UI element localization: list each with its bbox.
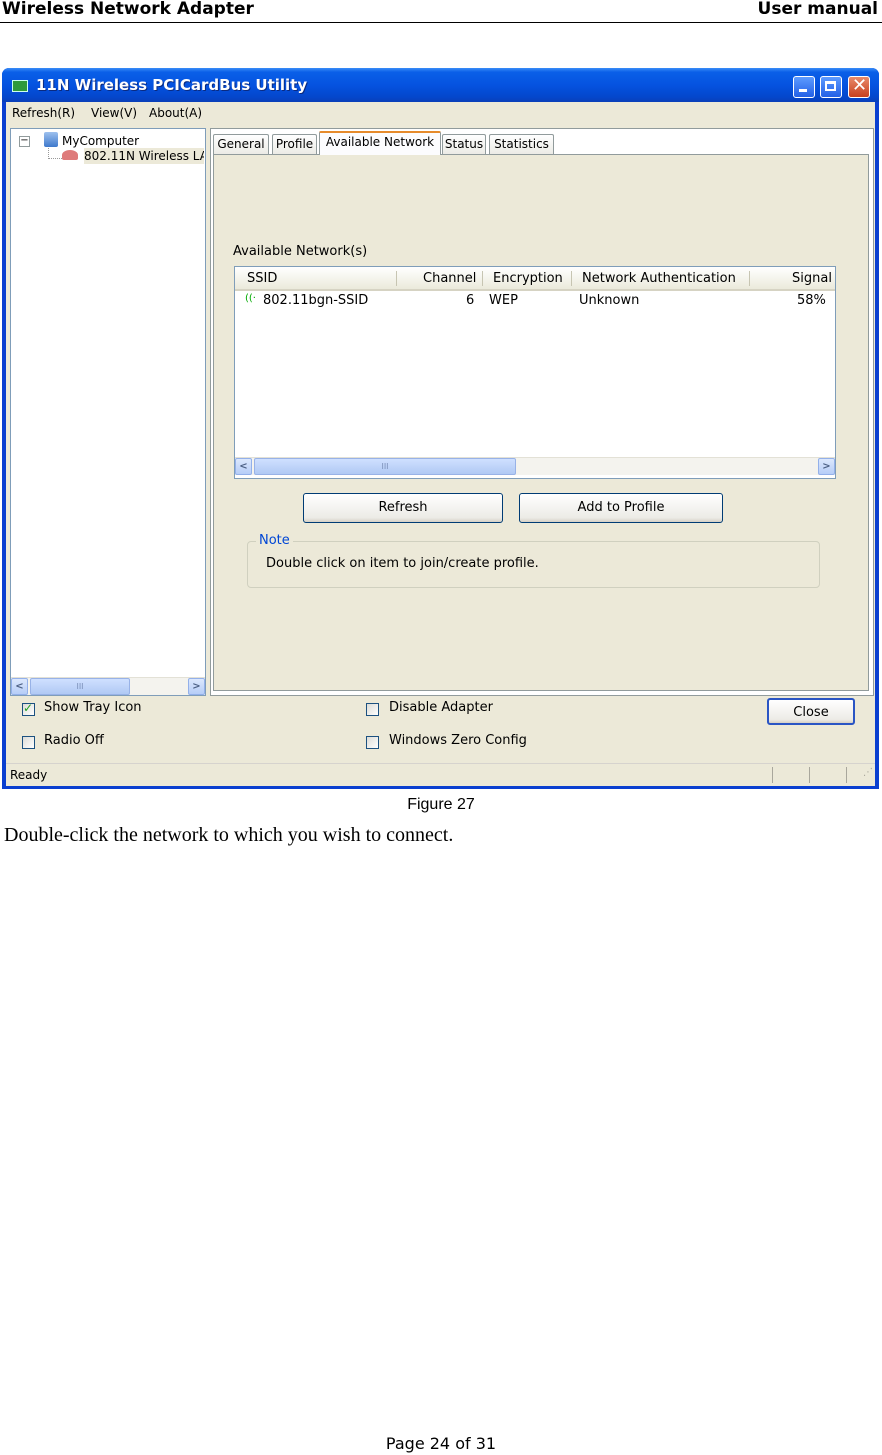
title-bar[interactable]: 11N Wireless PCICardBus Utility ✕ [2,68,879,102]
note-title: Note [256,533,293,548]
add-to-profile-button[interactable]: Add to Profile [519,493,723,523]
collapse-icon[interactable]: − [19,136,30,147]
scroll-right-icon[interactable]: > [818,458,835,475]
show-tray-icon-label: Show Tray Icon [44,700,142,715]
adapter-icon [62,150,78,160]
maximize-button[interactable] [820,76,842,98]
col-channel[interactable]: Channel [423,271,476,286]
tab-available-network[interactable]: Available Network [319,131,441,155]
cell-auth: Unknown [579,293,640,308]
tab-general[interactable]: General [213,134,269,154]
tab-statistics[interactable]: Statistics [489,134,554,154]
menu-bar: Refresh(R) View(V) About(A) [6,102,875,124]
close-icon: ✕ [852,75,868,96]
scroll-left-icon[interactable]: < [11,678,28,695]
cell-encryption: WEP [489,293,518,308]
show-tray-icon-checkbox[interactable] [22,701,35,716]
radio-off-label: Radio Off [44,733,104,748]
tree-item-adapter[interactable]: 802.11N Wireless LA [84,148,204,164]
body-text: Double-click the network to which you wi… [4,824,454,846]
col-sep [482,271,483,286]
window-client: Refresh(R) View(V) About(A) − MyComputer… [6,102,875,786]
scroll-left-icon[interactable]: < [235,458,252,475]
scroll-thumb[interactable]: III [30,678,130,695]
header-right: User manual [757,0,878,19]
col-encryption[interactable]: Encryption [493,271,563,286]
tree-scrollbar[interactable]: < III > [11,677,205,695]
note-text: Double click on item to join/create prof… [266,556,539,571]
tree-item-computer[interactable]: MyComputer [62,134,139,148]
disable-adapter-label: Disable Adapter [389,700,493,715]
col-sep [396,271,397,286]
utility-window: 11N Wireless PCICardBus Utility ✕ Refres… [2,68,879,789]
computer-icon [44,132,58,147]
header-left: Wireless Network Adapter [2,0,254,19]
disable-adapter-checkbox[interactable] [366,703,379,716]
table-row[interactable]: ((· 802.11bgn-SSID 6 WEP Unknown 58% [235,291,835,309]
menu-about[interactable]: About(A) [149,106,202,120]
minimize-button[interactable] [793,76,815,98]
note-group: Note Double click on item to join/create… [247,533,820,588]
close-window-button[interactable]: ✕ [848,76,870,98]
available-networks-label: Available Network(s) [233,244,368,259]
network-list[interactable]: SSID Channel Encryption Network Authenti… [234,266,836,479]
col-auth[interactable]: Network Authentication [582,271,736,286]
tree-connector [48,148,62,159]
status-cell [772,767,808,783]
menu-refresh[interactable]: Refresh(R) [12,106,75,120]
scroll-right-icon[interactable]: > [188,678,205,695]
col-sep [749,271,750,286]
menu-view[interactable]: View(V) [91,106,137,120]
cell-ssid: 802.11bgn-SSID [263,293,369,308]
figure-caption: Figure 27 [407,796,475,813]
windows-zero-config-label: Windows Zero Config [389,733,527,748]
status-cell [809,767,845,783]
tab-status[interactable]: Status [442,134,486,154]
minimize-icon [799,89,807,92]
window-title: 11N Wireless PCICardBus Utility [36,76,308,94]
tab-profile[interactable]: Profile [272,134,317,154]
resize-grip-icon[interactable]: ⋰ [846,767,873,783]
status-bar: Ready ⋰ [6,763,875,786]
col-sep [571,271,572,286]
app-icon [12,80,28,92]
refresh-button[interactable]: Refresh [303,493,503,523]
scroll-thumb[interactable]: III [254,458,516,475]
list-header: SSID Channel Encryption Network Authenti… [235,267,835,291]
maximize-icon [825,81,836,91]
close-button[interactable]: Close [767,698,855,725]
radio-off-checkbox[interactable] [22,736,35,749]
device-tree: − MyComputer 802.11N Wireless LA [10,128,206,696]
signal-icon: ((· [245,293,256,304]
windows-zero-config-checkbox[interactable] [366,736,379,749]
cell-channel: 6 [466,293,475,308]
col-ssid[interactable]: SSID [247,271,277,286]
page-footer: Page 24 of 31 [385,1434,497,1453]
cell-signal: 58% [797,293,826,308]
list-scrollbar[interactable]: < III > [235,457,835,475]
page-header: Wireless Network Adapter User manual [0,0,882,23]
col-signal[interactable]: Signal [792,271,832,286]
status-text: Ready [10,768,48,782]
